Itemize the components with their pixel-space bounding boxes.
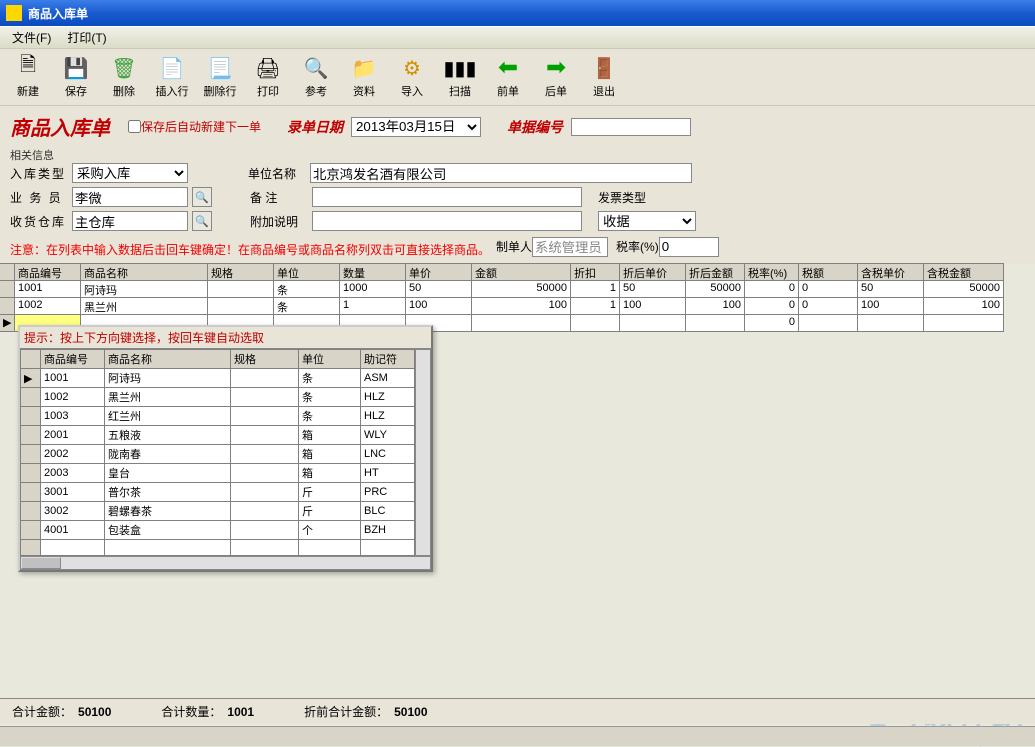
operator-input[interactable] bbox=[72, 187, 188, 207]
lookup-hint: 提示：按上下方向键选择，按回车键自动选取 bbox=[20, 327, 431, 349]
list-item[interactable]: 1003红兰州条HLZ bbox=[21, 407, 415, 426]
status-bar bbox=[0, 726, 1035, 746]
delete-row-button[interactable]: 📃删除行 bbox=[198, 53, 242, 101]
bill-date-select[interactable]: 2013年03月15日 bbox=[351, 117, 481, 137]
unit-name-input[interactable] bbox=[310, 163, 692, 183]
before-disc-value: 50100 bbox=[394, 705, 427, 719]
titlebar: 商品入库单 bbox=[0, 0, 1035, 26]
operator-label: 业 务 员 bbox=[10, 189, 68, 206]
list-item[interactable]: 1002黑兰州条HLZ bbox=[21, 388, 415, 407]
product-lookup-popup[interactable]: 提示：按上下方向键选择，按回车键自动选取 商品编号商品名称规格单位助记符 ▶10… bbox=[18, 325, 433, 572]
tax-rate-label: 税率(%) bbox=[616, 238, 659, 255]
print-button[interactable]: 🖨打印 bbox=[246, 53, 290, 101]
creator-label: 制单人 bbox=[496, 238, 532, 255]
scan-button[interactable]: ▮▮▮扫描 bbox=[438, 53, 482, 101]
bill-no-input[interactable] bbox=[571, 118, 691, 136]
bill-no-label: 单据编号 bbox=[507, 117, 563, 137]
reference-button[interactable]: 🔍参考 bbox=[294, 53, 338, 101]
prev-button[interactable]: ⬅前单 bbox=[486, 53, 530, 101]
arrow-right-icon: ➡ bbox=[542, 53, 570, 81]
trash-icon: 🗑 bbox=[110, 55, 138, 81]
total-amount-value: 50100 bbox=[78, 705, 111, 719]
list-item[interactable]: 3002碧螺春茶斤BLC bbox=[21, 502, 415, 521]
barcode-icon: ▮▮▮ bbox=[446, 55, 474, 81]
horizontal-scrollbar[interactable] bbox=[20, 556, 431, 570]
creator-input bbox=[532, 237, 608, 257]
page-title: 商品入库单 bbox=[10, 112, 110, 141]
operator-lookup-button[interactable]: 🔍 bbox=[192, 187, 212, 207]
warehouse-input[interactable] bbox=[72, 211, 188, 231]
arrow-left-icon: ⬅ bbox=[494, 53, 522, 81]
menu-print[interactable]: 打印(T) bbox=[59, 27, 114, 48]
grid-header-row: 商品编号 商品名称 规格 单位 数量 单价 金额 折扣 折后单价 折后金额 税率… bbox=[0, 264, 1035, 281]
gear-icon: ⚙ bbox=[398, 55, 426, 81]
exit-icon: 🚪 bbox=[590, 55, 618, 81]
form-area: 商品入库单 保存后自动新建下一单 录单日期 2013年03月15日 单据编号 相… bbox=[0, 106, 1035, 264]
list-item[interactable]: 4001包装盒个BZH bbox=[21, 521, 415, 540]
folder-icon: 📁 bbox=[350, 55, 378, 81]
inbound-type-select[interactable]: 采购入库 bbox=[72, 163, 188, 183]
new-button[interactable]: 🗎新建 bbox=[6, 53, 50, 101]
invoice-type-select[interactable]: 收据 bbox=[598, 211, 696, 231]
remark-input[interactable] bbox=[312, 187, 582, 207]
unit-name-label: 单位名称 bbox=[248, 165, 306, 182]
next-button[interactable]: ➡后单 bbox=[534, 53, 578, 101]
list-item[interactable]: 3001普尔茶斤PRC bbox=[21, 483, 415, 502]
extra-note-label: 附加说明 bbox=[250, 213, 308, 230]
printer-icon: 🖨 bbox=[254, 55, 282, 81]
extra-note-input[interactable] bbox=[312, 211, 582, 231]
vertical-scrollbar[interactable] bbox=[415, 349, 431, 556]
import-button[interactable]: ⚙导入 bbox=[390, 53, 434, 101]
deleterow-icon: 📃 bbox=[206, 55, 234, 81]
disk-icon: 💾 bbox=[62, 55, 90, 81]
delete-button[interactable]: 🗑删除 bbox=[102, 53, 146, 101]
lookup-table[interactable]: 商品编号商品名称规格单位助记符 ▶1001阿诗玛条ASM 1002黑兰州条HLZ… bbox=[20, 349, 415, 556]
table-row[interactable]: 1001阿诗玛条1000505000015050000005050000 bbox=[0, 281, 1035, 298]
main-grid[interactable]: 商品编号 商品名称 规格 单位 数量 单价 金额 折扣 折后单价 折后金额 税率… bbox=[0, 264, 1035, 332]
list-item[interactable] bbox=[21, 540, 415, 556]
form-legend: 相关信息 bbox=[10, 147, 1025, 163]
remark-label: 备 注 bbox=[250, 189, 308, 206]
list-item[interactable]: 2001五粮液箱WLY bbox=[21, 426, 415, 445]
total-amount-label: 合计金额： bbox=[12, 705, 72, 719]
app-icon bbox=[6, 5, 22, 21]
warehouse-label: 收货仓库 bbox=[10, 213, 68, 230]
list-item[interactable]: 2003皇台箱HT bbox=[21, 464, 415, 483]
table-row[interactable]: 1002黑兰州条1100100110010000100100 bbox=[0, 298, 1035, 315]
insert-icon: 📄 bbox=[158, 55, 186, 81]
before-disc-label: 折前合计金额： bbox=[304, 705, 388, 719]
magnify-icon: 🔍 bbox=[302, 55, 330, 81]
tax-rate-input[interactable] bbox=[659, 237, 719, 257]
list-item[interactable]: ▶1001阿诗玛条ASM bbox=[21, 369, 415, 388]
list-item[interactable]: 2002陇南春箱LNC bbox=[21, 445, 415, 464]
insert-row-button[interactable]: 📄插入行 bbox=[150, 53, 194, 101]
auto-new-checkbox[interactable]: 保存后自动新建下一单 bbox=[128, 118, 261, 135]
toolbar: 🗎新建 💾保存 🗑删除 📄插入行 📃删除行 🖨打印 🔍参考 📁资料 ⚙导入 ▮▮… bbox=[0, 48, 1035, 106]
total-qty-label: 合计数量： bbox=[161, 705, 221, 719]
save-button[interactable]: 💾保存 bbox=[54, 53, 98, 101]
notice-text: 注意：在列表中输入数据后击回车键确定！在商品编号或商品名称列双击可直接选择商品。 bbox=[10, 241, 490, 258]
window-title: 商品入库单 bbox=[28, 5, 88, 22]
total-qty-value: 1001 bbox=[227, 705, 254, 719]
warehouse-lookup-button[interactable]: 🔍 bbox=[192, 211, 212, 231]
menubar: 文件(F) 打印(T) bbox=[0, 26, 1035, 48]
menu-file[interactable]: 文件(F) bbox=[4, 27, 59, 48]
file-icon: 🗎 bbox=[14, 53, 42, 81]
invoice-type-label: 发票类型 bbox=[598, 189, 656, 206]
bill-date-label: 录单日期 bbox=[287, 117, 343, 137]
exit-button[interactable]: 🚪退出 bbox=[582, 53, 626, 101]
inbound-type-label: 入库类型 bbox=[10, 165, 68, 182]
footer-bar: 合计金额： 50100 合计数量： 1001 折前合计金额： 50100 bbox=[0, 698, 1035, 724]
info-button[interactable]: 📁资料 bbox=[342, 53, 386, 101]
